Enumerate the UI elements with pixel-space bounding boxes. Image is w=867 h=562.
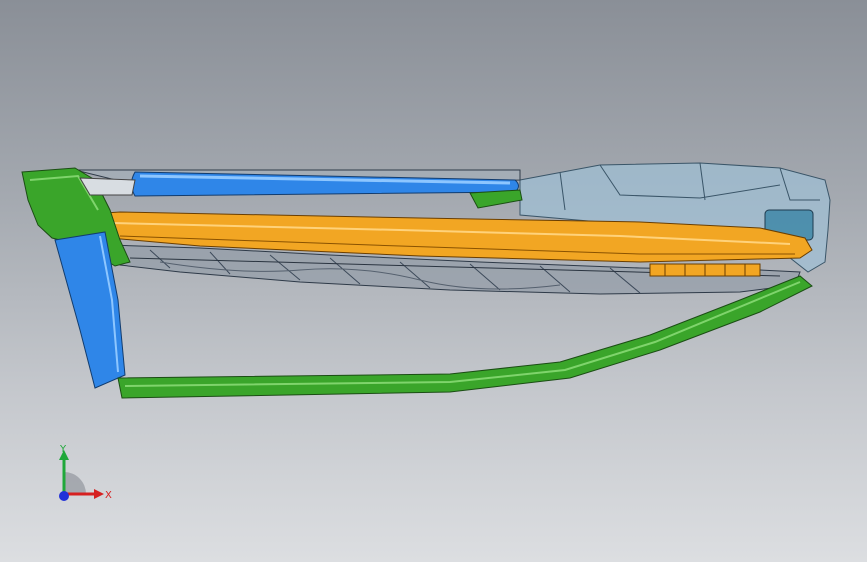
triad-plane-icon — [64, 472, 86, 494]
x-axis-arrowhead — [94, 489, 104, 499]
green-clip — [469, 189, 523, 209]
coordinate-triad: Y X — [59, 444, 112, 501]
cad-model[interactable] — [0, 0, 867, 562]
graphics-viewport[interactable]: Y X — [0, 0, 867, 562]
x-axis-label: X — [105, 490, 112, 501]
y-axis-label: Y — [59, 444, 67, 455]
z-axis-dot — [59, 491, 69, 501]
green-rail — [117, 275, 813, 399]
